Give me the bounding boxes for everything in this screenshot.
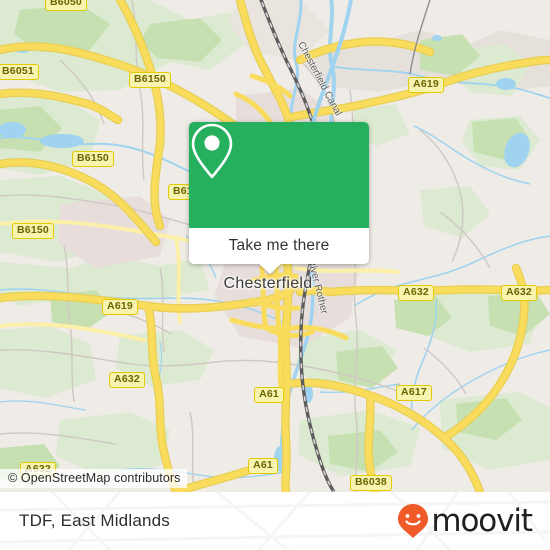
road-shield: A619 xyxy=(102,299,138,315)
callout-pointer xyxy=(258,263,282,274)
road-shield: A619 xyxy=(408,77,444,93)
page-title: TDF, East Midlands xyxy=(19,511,170,530)
moovit-logo[interactable]: moovit xyxy=(397,502,533,539)
road-shield: B6038 xyxy=(350,475,392,491)
road-shield: B6150 xyxy=(129,72,171,88)
road-shield: A632 xyxy=(501,285,537,301)
screenshot-root: B6050B6051B6150A619B6150B6150B6150A619A6… xyxy=(0,0,550,550)
map-pin-icon xyxy=(191,123,233,179)
map-canvas[interactable]: B6050B6051B6150A619B6150B6150B6150A619A6… xyxy=(0,0,550,492)
place-label: Chesterfield xyxy=(223,275,313,292)
moovit-pin-icon xyxy=(398,504,429,538)
osm-attribution[interactable]: © OpenStreetMap contributors xyxy=(0,469,187,488)
road-shield: B6051 xyxy=(0,64,39,80)
moovit-wordmark: moovit xyxy=(431,502,533,539)
road-shield: B6150 xyxy=(12,223,54,239)
footer-bar: TDF, East Midlands moovit xyxy=(0,492,550,550)
road-shield: A61 xyxy=(254,387,284,403)
road-shield: B6150 xyxy=(72,151,114,167)
take-me-there-button[interactable]: Take me there xyxy=(189,228,369,264)
road-shield: A632 xyxy=(398,285,434,301)
take-me-there-label: Take me there xyxy=(228,237,330,254)
road-shield: B6050 xyxy=(45,0,87,11)
callout-pin-panel xyxy=(189,122,369,228)
road-shield: A617 xyxy=(396,385,432,401)
road-shield: A632 xyxy=(109,372,145,388)
road-shield: A61 xyxy=(248,458,278,474)
destination-callout-card[interactable]: Take me there xyxy=(189,122,369,264)
